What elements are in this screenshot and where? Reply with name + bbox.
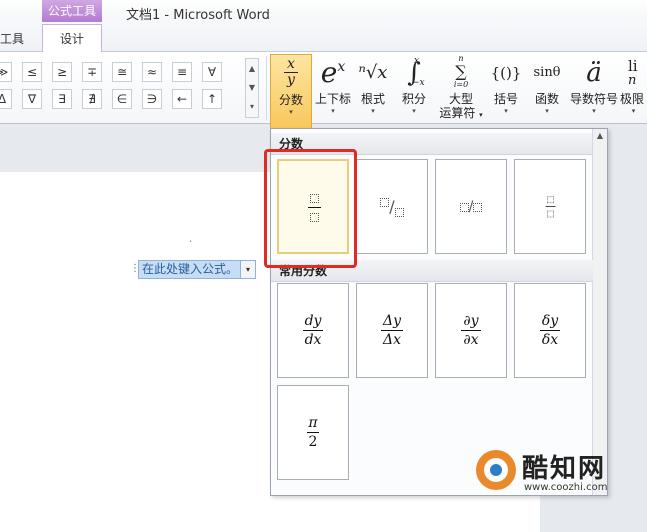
scroll-up-icon[interactable]: ▲: [246, 59, 258, 78]
radical-label: 根式: [360, 92, 385, 106]
coozhi-logo-icon: [476, 450, 516, 490]
common-fraction-tile-partial[interactable]: ∂y ∂x: [435, 283, 507, 378]
tab-tools[interactable]: 工具: [0, 30, 24, 47]
symbol-button[interactable]: ≥: [52, 62, 72, 82]
fraction-button[interactable]: x y 分数 ▾: [270, 54, 312, 130]
chevron-down-icon: ▾: [592, 107, 596, 115]
function-button[interactable]: sinθ 函数 ▾: [528, 54, 566, 126]
symbol-button[interactable]: ∃: [52, 89, 72, 109]
fraction-icon: x y: [271, 55, 311, 93]
symbol-button[interactable]: ←: [172, 89, 192, 109]
symbol-button[interactable]: ∓: [82, 62, 102, 82]
symbol-button[interactable]: ∈: [112, 89, 132, 109]
function-label: 函数: [534, 92, 559, 106]
radical-icon: ⁿ√x: [358, 62, 388, 83]
fraction-dy-dx: dy dx: [302, 313, 324, 348]
context-group-label: 公式工具: [42, 0, 102, 22]
radical-button[interactable]: ⁿ√x 根式 ▾: [356, 54, 390, 126]
common-fraction-tile-dy-dx[interactable]: dy dx: [277, 283, 349, 378]
large-operator-label-2: 运算符 ▾: [439, 106, 483, 120]
gallery-scrollbar[interactable]: ▲: [592, 129, 607, 495]
bracket-button[interactable]: {()} 括号 ▾: [488, 54, 524, 126]
annotation-highlight: [264, 149, 357, 268]
chevron-down-icon: ▾: [371, 107, 375, 115]
symbol-button[interactable]: ≈: [142, 62, 162, 82]
common-fraction-tile-pi-over-2[interactable]: π 2: [277, 385, 349, 480]
equation-handle-icon[interactable]: ⋮: [130, 262, 140, 276]
linear-fraction-icon: /: [459, 199, 483, 215]
symbol-button[interactable]: ≤: [22, 62, 42, 82]
integral-icon: ∫ x −x: [407, 56, 425, 88]
large-operator-button[interactable]: n ∑ i=0 大型 运算符 ▾: [436, 54, 486, 126]
limit-button[interactable]: li n 极限 ▾: [620, 54, 647, 126]
integral-label: 积分: [401, 92, 426, 106]
bracket-label: 括号: [493, 92, 518, 106]
symbol-button[interactable]: ∋: [142, 89, 162, 109]
limit-label: 极限: [620, 92, 645, 106]
chevron-down-icon: ▾: [545, 107, 549, 115]
chevron-down-icon: ▾: [479, 111, 483, 119]
bracket-icon: {()}: [490, 64, 522, 82]
chevron-down-icon: ▾: [331, 107, 335, 115]
group-divider: [266, 56, 267, 120]
fraction-label: 分数: [278, 93, 303, 107]
symbol-button[interactable]: ≫: [0, 62, 12, 82]
integral-button[interactable]: ∫ x −x 积分 ▾: [396, 54, 432, 126]
script-button[interactable]: ex 上下标 ▾: [312, 54, 354, 126]
symbol-button[interactable]: ∄: [82, 89, 102, 109]
equation-options-button[interactable]: ▾: [240, 260, 256, 279]
fraction-small-delta-y-delta-x: δy δx: [539, 313, 561, 348]
small-fraction-icon: [545, 193, 555, 219]
more-icon[interactable]: ▾: [246, 97, 258, 116]
symbol-button[interactable]: Δ: [0, 89, 12, 109]
tab-design[interactable]: 设计: [42, 24, 102, 53]
common-fraction-tile-delta[interactable]: Δy Δx: [356, 283, 428, 378]
large-operator-label-1: 大型: [448, 92, 473, 106]
accent-label: 导数符号: [569, 92, 618, 106]
skewed-fraction-icon: /: [380, 197, 404, 217]
chevron-down-icon: ▾: [631, 107, 636, 115]
scroll-down-icon[interactable]: ▼: [246, 78, 258, 97]
watermark: 酷知网 www.coozhi.com: [476, 446, 626, 500]
watermark-url: www.coozhi.com: [524, 482, 608, 493]
common-fraction-tile-small-delta[interactable]: δy δx: [514, 283, 586, 378]
linear-fraction-tile[interactable]: /: [435, 159, 507, 254]
chevron-down-icon: ▾: [412, 107, 416, 115]
script-label: 上下标: [314, 92, 351, 106]
skewed-fraction-tile[interactable]: /: [356, 159, 428, 254]
ribbon: ≫ ≤ ≥ ∓ ≅ ≈ ≡ ∀ Δ ∇ ∃ ∄ ∈ ∋ ← ↑ ▲ ▼ ▾ x y 分数 ▾ ex 上下标 ▾…: [0, 52, 647, 130]
large-operator-icon: n ∑ i=0: [453, 54, 469, 89]
symbols-scrollbar[interactable]: ▲ ▼ ▾: [245, 58, 259, 118]
symbol-button[interactable]: ∇: [22, 89, 42, 109]
function-icon: sinθ: [533, 65, 561, 80]
fraction-partial-y-partial-x: ∂y ∂x: [461, 313, 481, 348]
accent-button[interactable]: ä 导数符号 ▾: [568, 54, 620, 126]
symbol-button[interactable]: ∀: [202, 62, 222, 82]
symbol-button[interactable]: ≡: [172, 62, 192, 82]
accent-icon: ä: [586, 58, 602, 88]
fraction-pi-over-2: π 2: [306, 415, 320, 450]
fraction-delta-y-delta-x: Δy Δx: [380, 313, 403, 348]
symbol-button[interactable]: ≅: [112, 62, 132, 82]
limit-icon: li n: [628, 57, 638, 88]
script-icon: ex: [320, 56, 346, 89]
chevron-down-icon: ▾: [504, 107, 508, 115]
text-cursor-mark: ⸼: [190, 233, 192, 242]
symbol-button[interactable]: ↑: [202, 89, 222, 109]
chevron-down-icon: ▾: [289, 108, 293, 116]
ribbon-tab-row: 工具 设计: [0, 22, 647, 53]
small-fraction-tile[interactable]: [514, 159, 586, 254]
scroll-up-icon[interactable]: ▲: [593, 129, 607, 143]
watermark-name: 酷知网: [522, 454, 607, 484]
window-title: 文档1 - Microsoft Word: [126, 8, 270, 23]
equation-placeholder[interactable]: 在此处键入公式。: [138, 260, 242, 279]
